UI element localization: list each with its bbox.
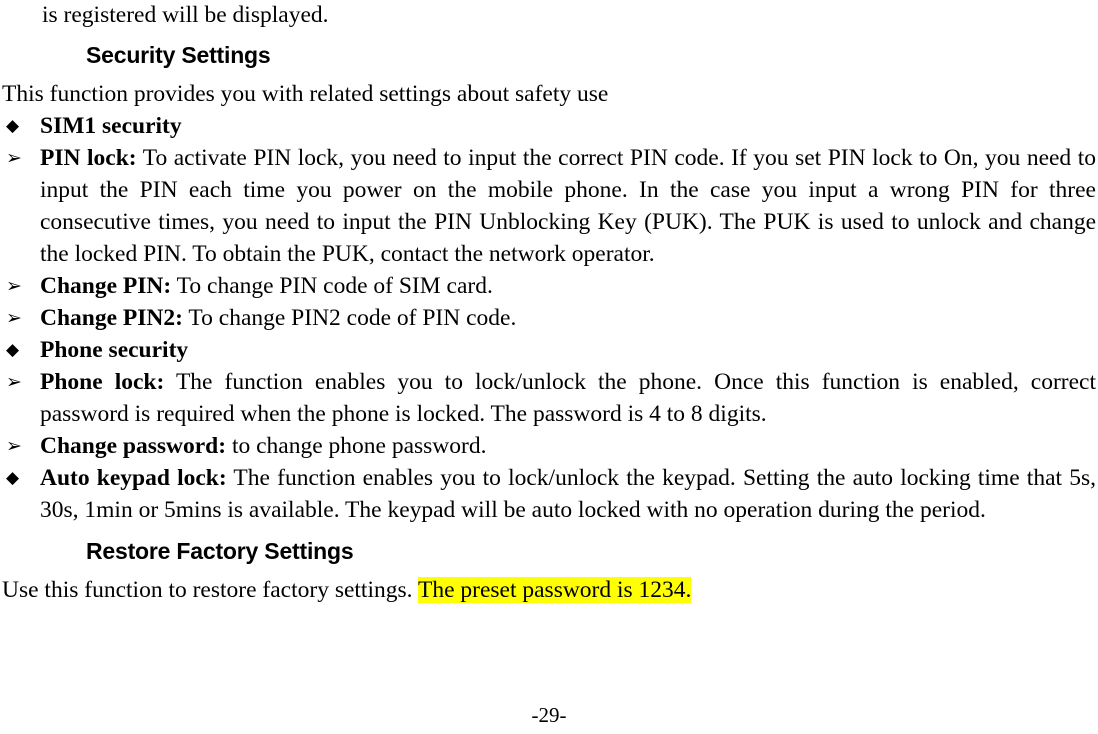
list-item: ➢ Phone lock: The function enables you t… — [2, 366, 1096, 430]
list-item-label: SIM1 security — [40, 113, 182, 139]
arrow-bullet-icon: ➢ — [6, 275, 22, 297]
restore-paragraph-plain-text: Use this function to restore factory set… — [2, 577, 418, 603]
diamond-bullet-icon: ◆ — [6, 340, 20, 360]
heading-security-settings: Security Settings — [86, 42, 271, 68]
diamond-bullet-icon: ◆ — [6, 468, 20, 488]
list-item: ◆ Auto keypad lock: The function enables… — [2, 462, 1096, 526]
arrow-bullet-icon: ➢ — [6, 435, 22, 457]
list-item: ➢ Change PIN2: To change PIN2 code of PI… — [2, 302, 1096, 334]
list-item: ➢ Change PIN: To change PIN code of SIM … — [2, 270, 1096, 302]
arrow-bullet-icon: ➢ — [6, 307, 22, 329]
list-item-text: To change PIN2 code of PIN code. — [182, 305, 517, 331]
list-item-label: Change password: — [40, 433, 227, 459]
document-page: is registered will be displayed. Securit… — [0, 0, 1098, 734]
list-item-text: to change phone password. — [226, 433, 487, 459]
list-item-label: Change PIN2: — [40, 305, 183, 331]
arrow-bullet-icon: ➢ — [6, 147, 22, 169]
heading-restore-factory-settings: Restore Factory Settings — [86, 538, 354, 564]
restore-factory-paragraph: Use this function to restore factory set… — [2, 574, 1096, 606]
highlighted-preset-password: The preset password is 1234. — [417, 577, 692, 603]
list-item-text: To activate PIN lock, you need to input … — [40, 145, 1096, 267]
list-item-label: Phone lock: — [40, 369, 165, 395]
list-item-text: To change PIN code of SIM card. — [171, 273, 493, 299]
list-item-label: Phone security — [40, 337, 189, 363]
list-item: ◆ Phone security — [2, 334, 1096, 366]
list-item: ◆ SIM1 security — [2, 110, 1096, 142]
intro-paragraph-security: This function provides you with related … — [2, 81, 609, 107]
diamond-bullet-icon: ◆ — [6, 116, 20, 136]
list-item-text: The function enables you to lock/unlock … — [40, 369, 1096, 427]
list-item: ➢ Change password: to change phone passw… — [2, 430, 1096, 462]
arrow-bullet-icon: ➢ — [6, 371, 22, 393]
page-number-footer: -29- — [531, 703, 567, 727]
list-item-label: PIN lock: — [40, 145, 137, 171]
list-item: ➢ PIN lock: To activate PIN lock, you ne… — [2, 142, 1096, 270]
list-item-label: Auto keypad lock: — [40, 465, 227, 491]
continuation-line: is registered will be displayed. — [42, 2, 329, 28]
list-item-label: Change PIN: — [40, 273, 172, 299]
